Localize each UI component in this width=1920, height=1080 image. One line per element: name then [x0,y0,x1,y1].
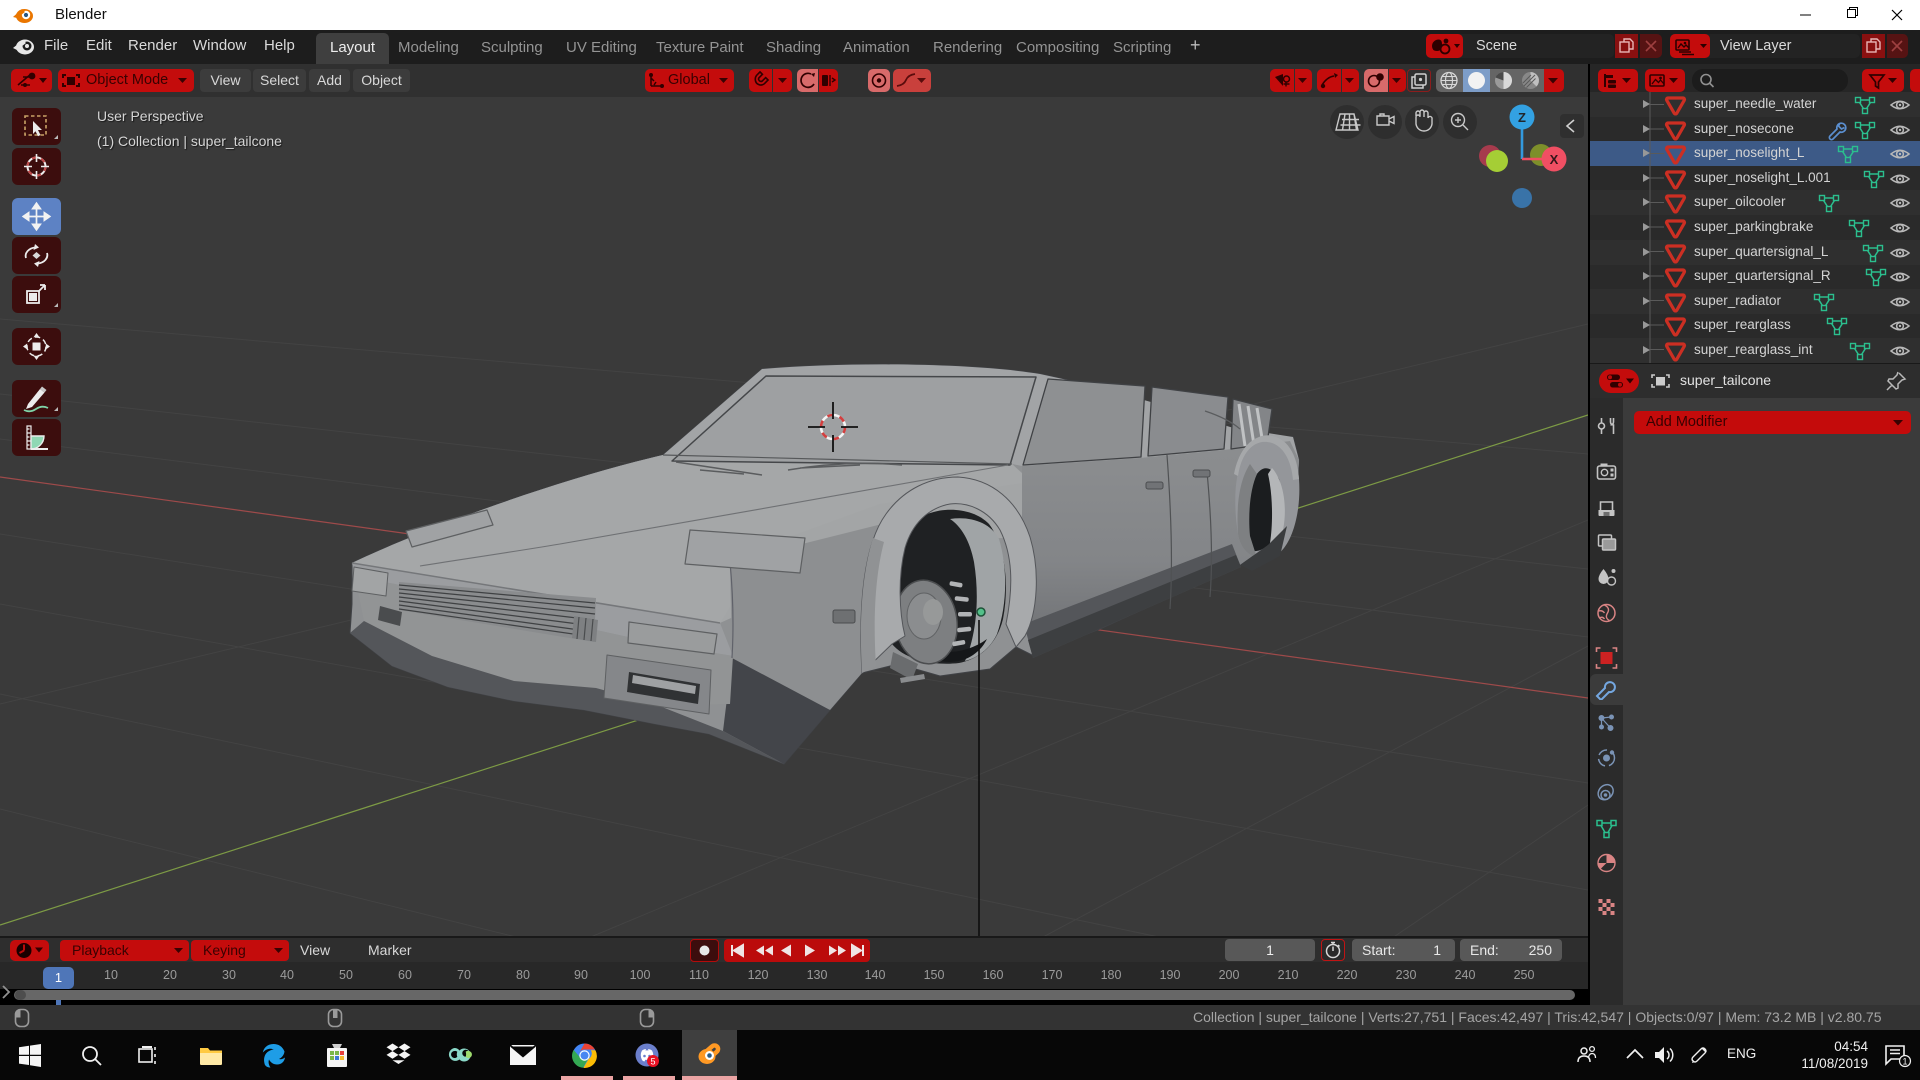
svg-text:1: 1 [1902,1057,1907,1067]
svg-text:5: 5 [650,1057,655,1067]
svg-text:Z: Z [1518,110,1526,125]
svg-text:X: X [1550,152,1559,167]
